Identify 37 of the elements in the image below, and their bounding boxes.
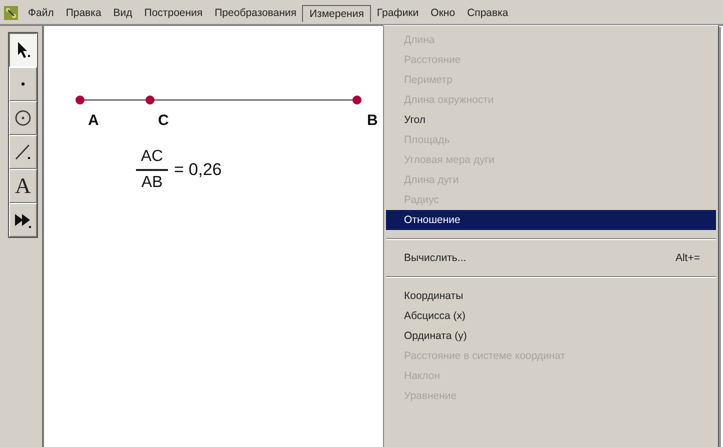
point [76, 96, 84, 104]
shortcut-label: Alt+= [675, 252, 700, 264]
menu-item[interactable]: Измерения [302, 4, 371, 22]
ratio-value: = 0,26 [174, 160, 222, 180]
point-label: C [158, 112, 169, 129]
numerator: AC [140, 148, 164, 166]
menu-option-label: Координаты [404, 290, 464, 302]
app-icon[interactable] [4, 6, 18, 20]
menu-option[interactable]: Координаты [386, 286, 716, 306]
denominator: AB [141, 174, 163, 192]
menu-option[interactable]: Ордината (y) [386, 326, 716, 346]
menu-option-label: Отношение [404, 214, 460, 226]
menu-item[interactable]: Графики [370, 5, 425, 21]
menu-option-label: Ордината (y) [404, 330, 467, 342]
menu-option[interactable]: Вычислить... Alt+= [386, 248, 716, 268]
text-tool-button[interactable]: A [9, 169, 37, 203]
menu-item[interactable]: Вид [107, 5, 138, 21]
menu-option[interactable]: Абсцисса (x) [386, 306, 716, 326]
menu-option-label: Угол [404, 114, 426, 126]
menu-item[interactable]: Правка [60, 5, 108, 21]
menu-item[interactable]: Построения [138, 5, 209, 21]
menu-item[interactable]: Файл [22, 5, 60, 21]
menu-option-label: Вычислить... [404, 252, 466, 264]
point-label: A [88, 112, 99, 129]
menu-option[interactable]: Отношение [386, 210, 716, 230]
menu-option-label: Абсцисса (x) [404, 310, 466, 322]
menu-item[interactable]: Окно [424, 5, 462, 21]
line-segment-icon [13, 142, 33, 162]
menu-item[interactable]: Справка [461, 5, 514, 21]
point [352, 96, 362, 104]
point [146, 96, 154, 104]
tool-button[interactable] [9, 33, 37, 67]
circle-icon [13, 108, 33, 128]
point-label: B [367, 112, 378, 129]
menu-item[interactable]: Преобразования [208, 5, 302, 21]
menu-option[interactable]: Угол [386, 110, 716, 130]
point-icon [21, 82, 25, 86]
